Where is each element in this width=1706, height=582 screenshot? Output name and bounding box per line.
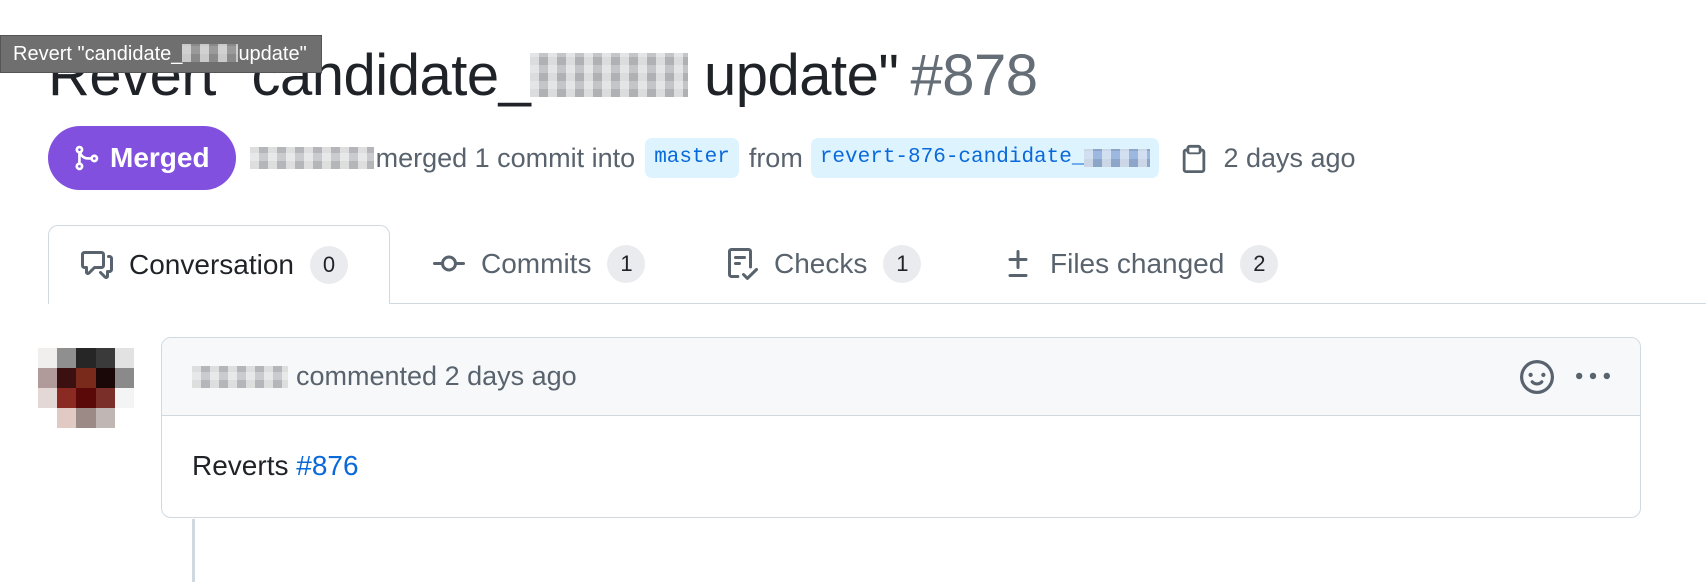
merged-time: 2 days ago <box>1223 142 1356 173</box>
add-reaction-button[interactable] <box>1520 359 1554 394</box>
tab-counter: 2 <box>1240 245 1279 283</box>
tab-label: Files changed <box>1050 248 1225 279</box>
title-tooltip: Revert "candidate_ update" <box>0 35 322 73</box>
tab-counter: 1 <box>883 245 922 283</box>
merged-state-badge: Merged <box>48 126 236 190</box>
tab-label: Checks <box>774 248 868 279</box>
pr-status-bar: Merged merged 1 commit into master from … <box>48 126 1356 190</box>
comment-body: Reverts #876 <box>162 416 1640 516</box>
git-commit-icon <box>433 255 465 272</box>
comment-box: commented 2 days ago Reverts #876 <box>161 337 1641 518</box>
from-text: from <box>748 142 803 173</box>
pr-number: #878 <box>910 43 1038 108</box>
tab-label: Conversation <box>129 249 294 280</box>
tooltip-text-start: Revert "candidate_ <box>13 43 183 65</box>
tab-counter: 0 <box>309 246 348 284</box>
redacted-text <box>530 52 689 97</box>
head-branch-label[interactable]: revert-876-candidate_ <box>810 138 1160 178</box>
git-merge-icon <box>75 145 99 171</box>
checklist-icon <box>728 248 758 280</box>
copy-button[interactable] <box>1179 143 1209 173</box>
merged-state-label: Merged <box>110 142 210 173</box>
redacted-author[interactable] <box>192 365 288 388</box>
reverted-pr-link[interactable]: #876 <box>296 450 358 481</box>
timeline-connector <box>192 519 195 582</box>
base-branch-label[interactable]: master <box>645 138 739 178</box>
avatar[interactable] <box>38 348 134 428</box>
tooltip-text-end: update" <box>238 43 307 65</box>
tab-conversation[interactable]: Conversation 0 <box>48 225 390 304</box>
tab-commits[interactable]: Commits 1 <box>433 225 646 303</box>
kebab-horizontal-icon <box>1576 372 1610 379</box>
redacted-author[interactable] <box>249 147 374 169</box>
comment-header: commented 2 days ago <box>162 338 1640 416</box>
smiley-icon <box>1520 359 1554 394</box>
copy-icon <box>1183 144 1206 173</box>
comment-body-text: Reverts <box>192 450 289 481</box>
tab-files-changed[interactable]: Files changed 2 <box>1002 225 1279 303</box>
merged-text: merged 1 commit into <box>375 142 636 173</box>
tab-label: Commits <box>481 248 592 279</box>
redacted-text <box>182 44 239 63</box>
comment-options-button[interactable] <box>1576 360 1610 394</box>
tab-counter: 1 <box>607 245 646 283</box>
diff-icon <box>1008 250 1028 277</box>
pr-tab-nav: Conversation 0 Commits 1 Checks 1 Files … <box>48 225 1706 304</box>
title-text-end: update" <box>703 43 899 108</box>
comment-action: commented 2 days ago <box>296 361 577 391</box>
redacted-text <box>1084 149 1151 167</box>
tab-checks[interactable]: Checks 1 <box>726 225 922 303</box>
comment-discussion-icon <box>81 251 113 279</box>
head-branch-name: revert-876-candidate_ <box>819 146 1085 169</box>
